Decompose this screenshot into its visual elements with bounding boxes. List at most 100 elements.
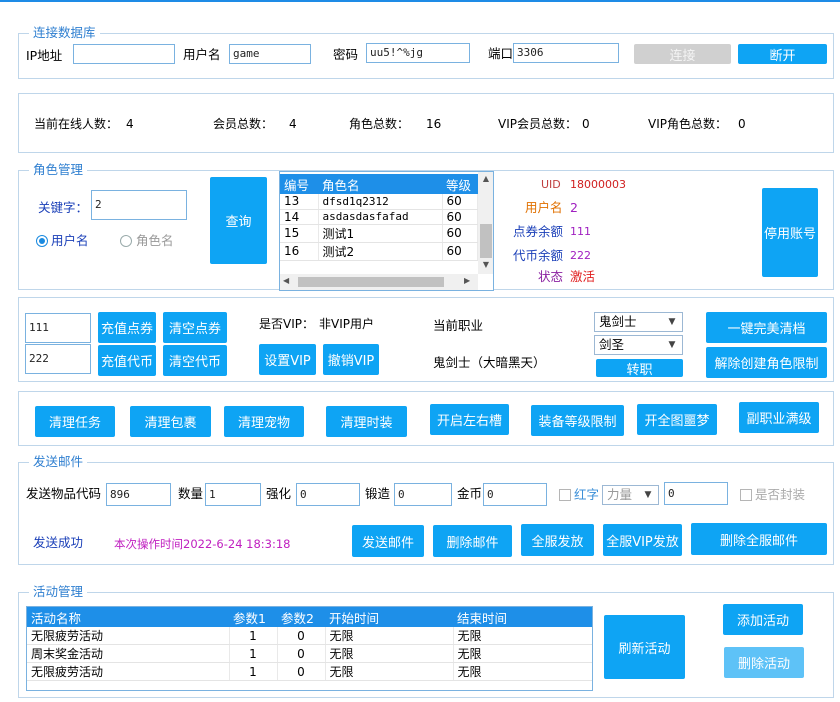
recharge-group: 111 222 充值点券 清空点券 充值代币 清空代币 是否VIP： 非VIP用…: [18, 297, 834, 382]
stat-select[interactable]: 力量 ▼: [602, 485, 659, 505]
connect-button[interactable]: 连接: [634, 44, 731, 64]
db-password-input[interactable]: uu5!^%jg: [366, 43, 470, 63]
send-all-button[interactable]: 全服发放: [521, 524, 594, 556]
connect-db-title: 连接数据库: [29, 25, 100, 41]
seal-checkbox[interactable]: [740, 489, 752, 501]
account-status-value: 激活: [570, 269, 596, 284]
keyword-label: 关键字：: [38, 200, 89, 215]
clear-fashion-button[interactable]: 清理时装: [326, 406, 407, 437]
vip-role-count-value: 0: [738, 117, 746, 131]
table-row[interactable]: 13 dfsd1q2312 60: [280, 194, 478, 210]
radio-username[interactable]: [36, 235, 48, 247]
disable-account-button[interactable]: 停用账号: [762, 188, 818, 277]
vip-member-count-value: 0: [582, 117, 590, 131]
role-table-container: 编号 角色名 等级 13 dfsd1q2312 60 14 asdasdasfa…: [279, 171, 494, 291]
db-password-label: 密码: [333, 47, 359, 62]
scroll-right-icon[interactable]: ▶: [464, 276, 470, 285]
delete-activity-button[interactable]: 删除活动: [724, 647, 804, 678]
activity-cell: 0: [277, 644, 326, 663]
role-col-name[interactable]: 角色名: [318, 174, 442, 194]
send-mail-button[interactable]: 发送邮件: [352, 525, 424, 557]
table-row[interactable]: 15 测试1 60: [280, 224, 478, 243]
subjob-max-button[interactable]: 副职业满级: [739, 402, 819, 433]
scroll-up-icon[interactable]: ▲: [478, 174, 493, 183]
open-slots-button[interactable]: 开启左右槽: [430, 404, 509, 435]
account-status-label: 状态: [538, 269, 564, 284]
table-row[interactable]: 周末奖金活动 1 0 无限 无限: [27, 644, 592, 663]
activity-col-param2[interactable]: 参数2: [277, 607, 325, 627]
coins-amount-input[interactable]: 222: [25, 344, 91, 374]
activity-col-name[interactable]: 活动名称: [27, 607, 229, 627]
db-user-label: 用户名: [183, 47, 221, 62]
points-balance-label: 点券余额: [513, 224, 564, 239]
gold-input[interactable]: 0: [483, 483, 547, 506]
query-button[interactable]: 查询: [210, 177, 267, 264]
ip-label: IP地址: [26, 48, 63, 63]
change-job-button[interactable]: 转职: [596, 359, 683, 378]
clear-coins-button[interactable]: 清空代币: [163, 345, 227, 376]
account-name-value: 2: [570, 200, 578, 215]
activity-col-param1[interactable]: 参数1: [229, 607, 277, 627]
send-mail-group: 发送邮件 发送物品代码 896 数量 1 强化 0 锻造 0 金币 0 红字 力…: [18, 454, 834, 565]
window-top-border: [0, 0, 840, 2]
member-count-value: 4: [289, 117, 297, 131]
stat-value-input[interactable]: 0: [664, 482, 728, 505]
role-table-hscroll-thumb[interactable]: [298, 277, 444, 287]
role-col-id[interactable]: 编号: [280, 174, 318, 194]
role-table-vscroll-thumb[interactable]: [480, 224, 492, 258]
scroll-left-icon[interactable]: ◀: [283, 276, 289, 285]
activity-cell: 0: [277, 627, 326, 645]
open-nightmare-button[interactable]: 开全图噩梦: [637, 404, 717, 435]
clear-bag-button[interactable]: 清理包裹: [130, 406, 211, 437]
stats-group: 当前在线人数： 4 会员总数： 4 角色总数： 16 VIP会员总数： 0 VI…: [18, 93, 834, 153]
table-row[interactable]: 无限疲劳活动 1 0 无限 无限: [27, 662, 592, 681]
job-select-secondary[interactable]: 剑圣 ▼: [594, 335, 683, 355]
remove-create-limit-button[interactable]: 解除创建角色限制: [706, 347, 827, 378]
perfect-clear-button[interactable]: 一键完美清档: [706, 312, 827, 343]
role-manage-title: 角色管理: [29, 162, 88, 178]
activity-col-start[interactable]: 开始时间: [325, 607, 453, 627]
add-activity-button[interactable]: 添加活动: [723, 604, 803, 635]
enhance-input[interactable]: 0: [296, 483, 360, 506]
charge-points-button[interactable]: 充值点券: [98, 312, 156, 343]
refresh-activity-button[interactable]: 刷新活动: [604, 615, 685, 679]
keyword-input[interactable]: 2: [91, 190, 187, 220]
activity-cell: 1: [229, 662, 278, 681]
charge-coins-button[interactable]: 充值代币: [98, 345, 156, 376]
activity-col-end[interactable]: 结束时间: [453, 607, 592, 627]
gold-label: 金币: [457, 486, 483, 501]
forge-label: 锻造: [365, 486, 391, 501]
role-cell: 测试2: [318, 242, 443, 261]
table-row[interactable]: 14 asdasdasfafad 60: [280, 209, 478, 225]
delete-mail-button[interactable]: 删除邮件: [433, 525, 512, 557]
role-col-level[interactable]: 等级: [442, 174, 478, 194]
uid-label: UID: [541, 178, 561, 191]
clear-pets-button[interactable]: 清理宠物: [224, 406, 304, 437]
activity-cell: 周末奖金活动: [27, 644, 230, 663]
radio-rolename[interactable]: [120, 235, 132, 247]
quantity-input[interactable]: 1: [205, 483, 261, 506]
scroll-down-icon[interactable]: ▼: [478, 260, 493, 269]
clear-points-button[interactable]: 清空点券: [163, 312, 227, 343]
equip-level-limit-button[interactable]: 装备等级限制: [531, 405, 624, 436]
cancel-vip-button[interactable]: 撤销VIP: [323, 344, 379, 375]
table-row[interactable]: 16 测试2 60: [280, 242, 478, 261]
vip-role-count-label: VIP角色总数：: [648, 117, 727, 131]
job-select-primary[interactable]: 鬼剑士 ▼: [594, 312, 683, 332]
role-table-vscrollbar[interactable]: ▲ ▼: [478, 172, 493, 274]
red-text-checkbox[interactable]: [559, 489, 571, 501]
role-table-hscrollbar[interactable]: ◀ ▶: [280, 274, 478, 290]
db-port-input[interactable]: 3306: [513, 43, 619, 63]
disconnect-button[interactable]: 断开: [738, 44, 827, 64]
table-row[interactable]: 无限疲劳活动 1 0 无限 无限: [27, 627, 592, 645]
delete-all-mail-button[interactable]: 删除全服邮件: [691, 523, 827, 555]
points-amount-input[interactable]: 111: [25, 313, 91, 343]
activity-cell: 无限疲劳活动: [27, 627, 230, 645]
send-all-vip-button[interactable]: 全服VIP发放: [603, 524, 682, 556]
ip-input[interactable]: [73, 44, 175, 64]
item-code-input[interactable]: 896: [106, 483, 171, 506]
clear-tasks-button[interactable]: 清理任务: [35, 406, 115, 437]
db-user-input[interactable]: game: [229, 44, 311, 64]
forge-input[interactable]: 0: [394, 483, 452, 506]
set-vip-button[interactable]: 设置VIP: [259, 344, 316, 375]
